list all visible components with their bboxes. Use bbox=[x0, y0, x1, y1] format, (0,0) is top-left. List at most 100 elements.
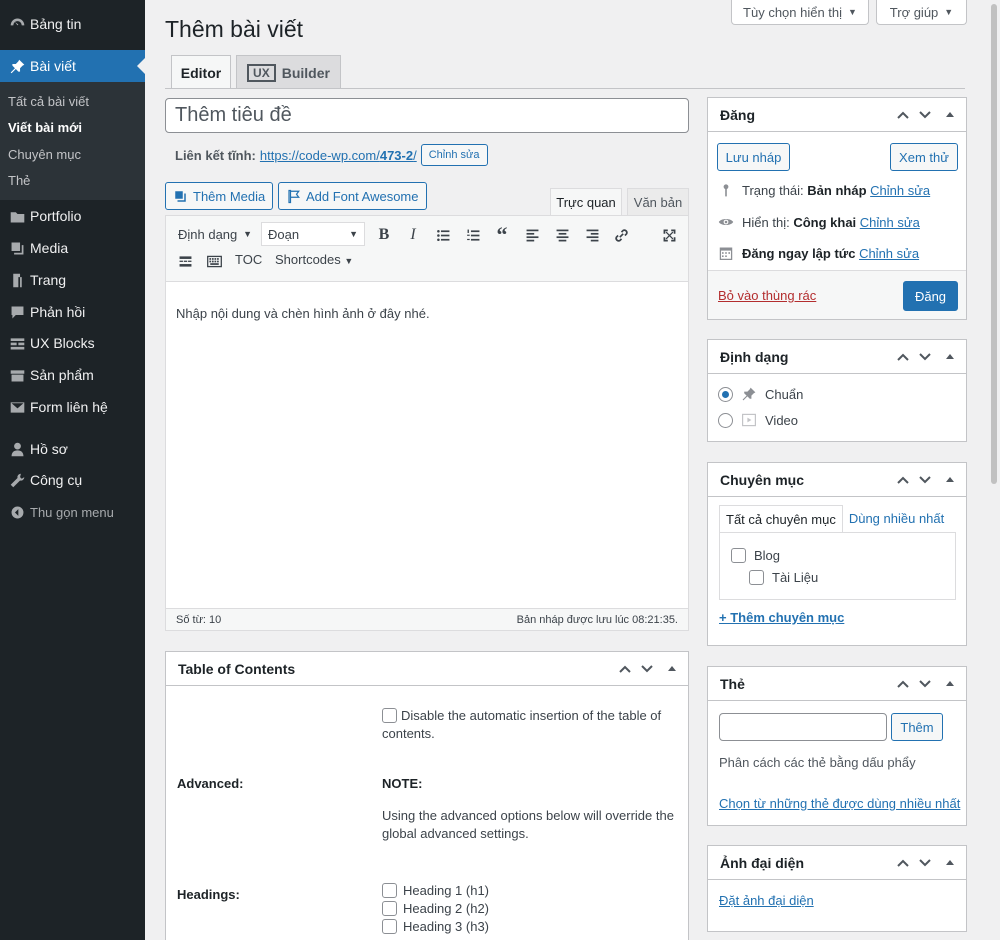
eye-icon bbox=[718, 219, 734, 225]
sidebar-item-profile[interactable]: Hồ sơ bbox=[0, 433, 145, 465]
screen-options-button[interactable]: Tùy chọn hiển thị ▼ bbox=[731, 0, 869, 25]
submenu-add-new[interactable]: Viết bài mới bbox=[8, 120, 82, 135]
shortcodes-dropdown[interactable]: Shortcodes ▼ bbox=[275, 252, 353, 267]
align-right-icon[interactable] bbox=[581, 224, 603, 246]
help-label: Trợ giúp bbox=[889, 4, 939, 20]
scrollbar-track[interactable] bbox=[988, 0, 1000, 940]
link-icon[interactable] bbox=[610, 224, 632, 246]
tab-text[interactable]: Văn bản bbox=[627, 188, 689, 216]
move-to-trash-link[interactable]: Bỏ vào thùng rác bbox=[718, 288, 816, 303]
category-checkbox[interactable] bbox=[749, 570, 764, 585]
sidebar-item-ux-blocks[interactable]: UX Blocks bbox=[0, 327, 145, 359]
toggle-panel-icon[interactable] bbox=[668, 666, 676, 671]
move-down-icon[interactable] bbox=[918, 108, 932, 122]
caret-down-icon: ▼ bbox=[944, 7, 954, 17]
align-left-icon[interactable] bbox=[521, 224, 543, 246]
help-button[interactable]: Trợ giúp ▼ bbox=[876, 0, 967, 25]
tab-editor[interactable]: Editor bbox=[171, 55, 231, 89]
edit-schedule-link[interactable]: Chỉnh sửa bbox=[859, 246, 919, 261]
screen-options-label: Tùy chọn hiển thị bbox=[743, 4, 843, 20]
toggle-panel-icon[interactable] bbox=[946, 681, 954, 686]
draft-saved-status: Bản nháp được lưu lúc 08:21:35. bbox=[516, 613, 678, 626]
sidebar-item-tools[interactable]: Công cụ bbox=[0, 464, 145, 496]
move-up-icon[interactable] bbox=[896, 677, 910, 691]
toggle-panel-icon[interactable] bbox=[946, 354, 954, 359]
add-media-button[interactable]: Thêm Media bbox=[165, 182, 274, 210]
choose-most-used-tags-link[interactable]: Chọn từ những thẻ được dùng nhiều nhất bbox=[719, 796, 960, 811]
format-option-video[interactable]: Video bbox=[718, 412, 798, 428]
sidebar-item-media[interactable]: Media bbox=[0, 232, 145, 264]
paragraph-select[interactable]: Đoạn ▼ bbox=[261, 222, 365, 246]
post-title-input[interactable] bbox=[165, 98, 689, 133]
move-down-icon[interactable] bbox=[918, 350, 932, 364]
editor-content-area[interactable]: Nhập nội dung và chèn hình ảnh ở đây nhé… bbox=[166, 282, 688, 610]
sidebar-item-posts[interactable]: Bài viết bbox=[0, 50, 145, 82]
sidebar-item-label: Sản phẩm bbox=[30, 367, 94, 383]
save-draft-button[interactable]: Lưu nháp bbox=[717, 143, 790, 171]
add-category-link[interactable]: + Thêm chuyên mục bbox=[719, 610, 844, 625]
sidebar-collapse-menu[interactable]: Thu gọn menu bbox=[0, 496, 145, 528]
sidebar-item-dashboard[interactable]: Bảng tin bbox=[0, 8, 145, 40]
publish-button[interactable]: Đăng bbox=[903, 281, 958, 311]
sidebar-item-comments[interactable]: Phản hồi bbox=[0, 296, 145, 328]
keyboard-icon[interactable] bbox=[203, 250, 225, 272]
format-radio[interactable] bbox=[718, 412, 733, 428]
move-up-icon[interactable] bbox=[618, 662, 632, 676]
toggle-panel-icon[interactable] bbox=[946, 477, 954, 482]
submenu-categories[interactable]: Chuyên mục bbox=[8, 147, 81, 162]
category-item[interactable]: Blog bbox=[731, 548, 780, 563]
blockquote-icon[interactable]: “ bbox=[491, 222, 513, 247]
toggle-panel-icon[interactable] bbox=[946, 112, 954, 117]
heading-checkbox[interactable] bbox=[382, 883, 397, 898]
sidebar-item-portfolio[interactable]: Portfolio bbox=[0, 200, 145, 232]
move-down-icon[interactable] bbox=[918, 473, 932, 487]
tag-input[interactable] bbox=[719, 713, 887, 741]
postbox-controls bbox=[896, 350, 954, 364]
align-center-icon[interactable] bbox=[551, 224, 573, 246]
toggle-panel-icon[interactable] bbox=[946, 860, 954, 865]
heading-checkbox[interactable] bbox=[382, 901, 397, 916]
format-radio[interactable] bbox=[718, 386, 733, 402]
sidebar-item-pages[interactable]: Trang bbox=[0, 264, 145, 296]
edit-status-link[interactable]: Chỉnh sửa bbox=[870, 183, 930, 198]
permalink-url[interactable]: https://code-wp.com/473-2/ bbox=[260, 148, 417, 163]
scrollbar-thumb[interactable] bbox=[991, 4, 997, 484]
category-item[interactable]: Tài Liệu bbox=[749, 570, 818, 585]
category-checkbox[interactable] bbox=[731, 548, 746, 563]
toc-button[interactable]: TOC bbox=[235, 252, 262, 267]
sidebar-item-products[interactable]: Sản phẩm bbox=[0, 359, 145, 391]
format-option-standard[interactable]: Chuẩn bbox=[718, 386, 803, 402]
move-up-icon[interactable] bbox=[896, 350, 910, 364]
edit-visibility-link[interactable]: Chỉnh sửa bbox=[860, 215, 920, 230]
format-dropdown[interactable]: Định dạng ▼ bbox=[172, 222, 258, 246]
tab-most-used[interactable]: Dùng nhiều nhất bbox=[843, 505, 950, 533]
move-up-icon[interactable] bbox=[896, 473, 910, 487]
move-up-icon[interactable] bbox=[896, 856, 910, 870]
visibility-value: Công khai bbox=[793, 214, 857, 230]
bullet-list-icon[interactable] bbox=[432, 224, 454, 246]
fullscreen-icon[interactable] bbox=[658, 224, 680, 246]
permalink-edit-button[interactable]: Chỉnh sửa bbox=[420, 144, 488, 166]
move-up-icon[interactable] bbox=[896, 108, 910, 122]
move-down-icon[interactable] bbox=[918, 856, 932, 870]
add-font-awesome-button[interactable]: Add Font Awesome bbox=[278, 182, 427, 210]
tab-visual[interactable]: Trực quan bbox=[550, 188, 622, 216]
move-down-icon[interactable] bbox=[640, 662, 654, 676]
submenu-tags[interactable]: Thẻ bbox=[8, 173, 30, 188]
tab-all-categories[interactable]: Tất cả chuyên mục bbox=[719, 505, 843, 533]
submenu-all-posts[interactable]: Tất cả bài viết bbox=[8, 94, 89, 109]
format-postbox: Định dạng Chuẩn Video bbox=[707, 339, 967, 442]
numbered-list-icon[interactable] bbox=[462, 224, 484, 246]
add-tag-button[interactable]: Thêm bbox=[891, 713, 943, 741]
bold-icon[interactable]: B bbox=[373, 224, 395, 246]
sidebar-item-label: Công cụ bbox=[30, 472, 83, 488]
heading-checkbox[interactable] bbox=[382, 919, 397, 934]
preview-button[interactable]: Xem thử bbox=[890, 143, 958, 171]
read-more-icon[interactable] bbox=[174, 250, 196, 272]
move-down-icon[interactable] bbox=[918, 677, 932, 691]
tab-ux-builder[interactable]: UX Builder bbox=[236, 55, 341, 89]
sidebar-item-contact-form[interactable]: Form liên hệ bbox=[0, 391, 145, 423]
disable-toc-checkbox[interactable] bbox=[382, 708, 397, 723]
italic-icon[interactable]: I bbox=[402, 224, 424, 246]
set-featured-image-link[interactable]: Đặt ảnh đại diện bbox=[719, 893, 814, 908]
